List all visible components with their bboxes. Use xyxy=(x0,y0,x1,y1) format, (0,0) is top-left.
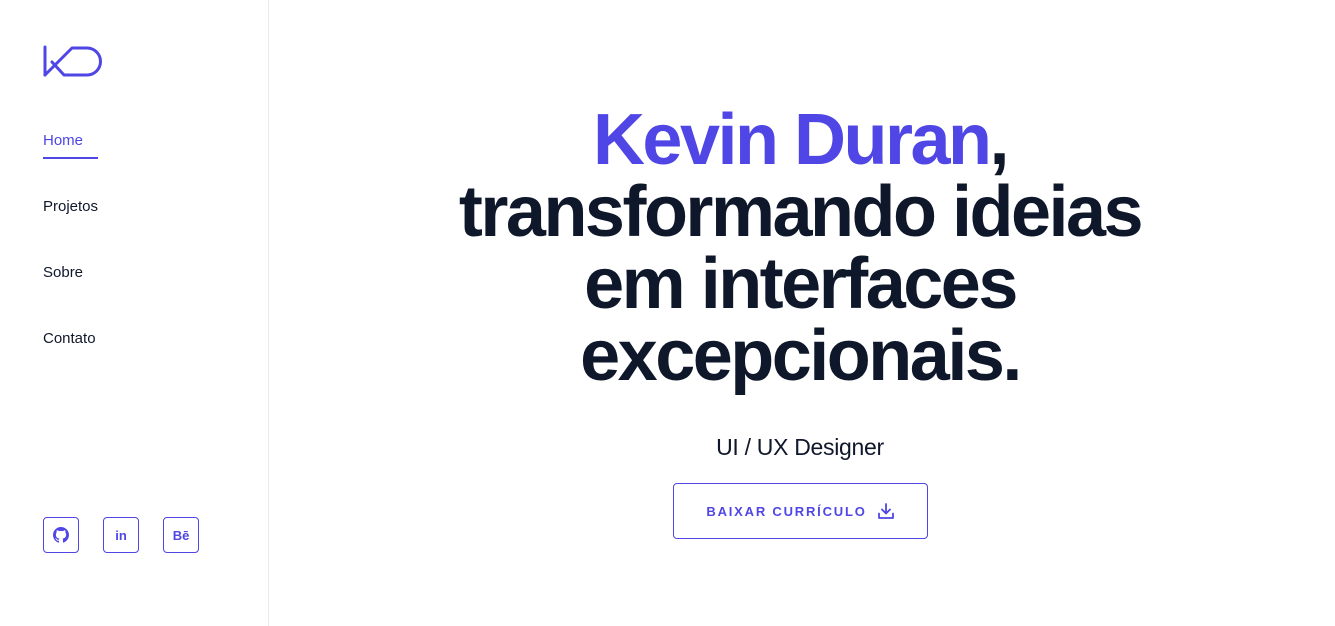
nav-item-projetos[interactable]: Projetos xyxy=(43,197,98,263)
page: Home Projetos Sobre Contato in Bē Kevin … xyxy=(0,0,1335,626)
headline-line-2: transformando ideias xyxy=(458,172,1144,252)
sidebar: Home Projetos Sobre Contato in Bē xyxy=(0,0,269,626)
linkedin-icon: in xyxy=(115,527,127,543)
hero-headline: Kevin Duran, transformando ideias em int… xyxy=(270,104,1330,392)
social-links: in Bē xyxy=(43,517,199,553)
nav-item-sobre[interactable]: Sobre xyxy=(43,263,98,329)
headline-line-4: excepcionais. xyxy=(580,316,1022,396)
headline-line-3: em interfaces xyxy=(584,244,1018,324)
download-cv-button[interactable]: BAIXAR CURRÍCULO xyxy=(673,483,928,539)
hero-name: Kevin Duran xyxy=(592,100,992,180)
hero-subtitle: UI / UX Designer xyxy=(716,434,884,460)
nav-item-label: Home xyxy=(43,131,99,159)
github-icon xyxy=(53,527,69,543)
nav-item-home[interactable]: Home xyxy=(43,131,99,197)
behance-button[interactable]: Bē xyxy=(163,517,199,553)
behance-icon: Bē xyxy=(172,527,190,543)
kd-logo-icon xyxy=(43,45,102,77)
headline-line-1: Kevin Duran, xyxy=(270,104,1330,176)
download-cv-label: BAIXAR CURRÍCULO xyxy=(706,503,867,519)
hero-section: Kevin Duran, transformando ideias em int… xyxy=(270,0,1335,626)
hero-name-suffix: , xyxy=(989,100,1010,180)
main-nav: Home Projetos Sobre Contato xyxy=(43,131,98,395)
nav-item-label: Contato xyxy=(43,330,96,347)
download-icon xyxy=(877,503,894,519)
github-button[interactable] xyxy=(43,517,79,553)
linkedin-button[interactable]: in xyxy=(103,517,139,553)
nav-item-label: Sobre xyxy=(43,264,84,281)
kd-logo[interactable] xyxy=(42,44,104,78)
nav-item-contato[interactable]: Contato xyxy=(43,329,98,395)
nav-item-label: Projetos xyxy=(43,198,99,215)
